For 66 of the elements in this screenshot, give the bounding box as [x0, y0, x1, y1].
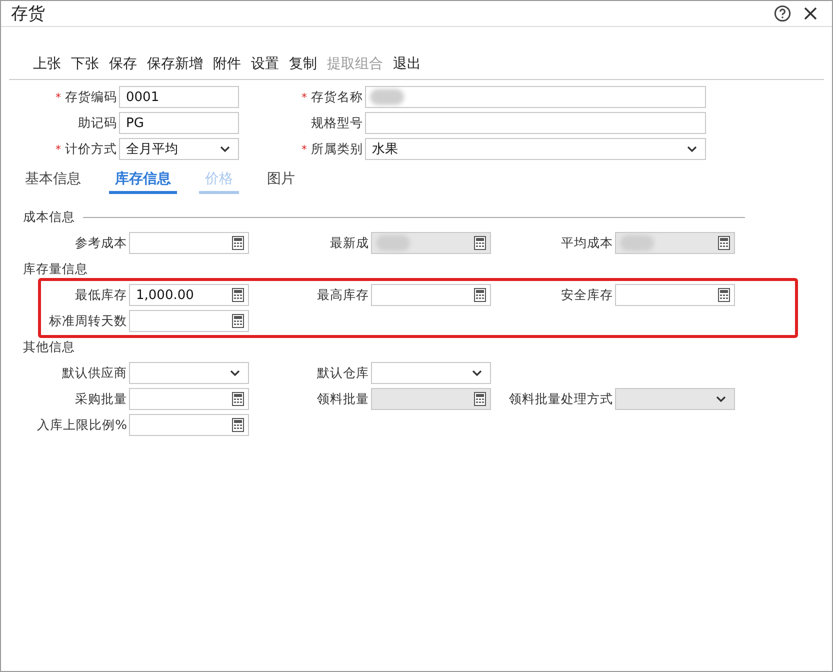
field-label: 平均成本	[561, 234, 613, 252]
chevron-down-icon[interactable]	[472, 370, 482, 377]
field-label: 默认仓库	[317, 364, 369, 382]
toolbar-button[interactable]: 保存	[105, 55, 141, 73]
select-field[interactable]	[129, 362, 249, 384]
field-label: 领料批量	[317, 390, 369, 408]
select-field[interactable]: 水果	[365, 138, 706, 160]
chevron-down-icon[interactable]	[230, 370, 240, 377]
chevron-down-icon[interactable]	[220, 146, 230, 153]
toolbar-button[interactable]: 上张	[29, 55, 65, 73]
section-title: 库存量信息	[23, 260, 88, 278]
required-mark: *	[302, 90, 307, 104]
tab[interactable]: 库存信息	[109, 170, 177, 194]
field-label: 最高库存	[317, 286, 369, 304]
input-field[interactable]	[365, 86, 706, 108]
number-field[interactable]	[615, 284, 735, 306]
number-field[interactable]	[129, 232, 249, 254]
toolbar-button[interactable]: 下张	[67, 55, 103, 73]
select-field[interactable]: 全月平均	[119, 138, 239, 160]
window-title: 存货	[11, 3, 46, 25]
field-label: 采购批量	[75, 390, 127, 408]
field-label: 计价方式	[65, 140, 117, 158]
toolbar-button[interactable]: 退出	[389, 55, 425, 73]
field-label: 最低库存	[75, 286, 127, 304]
toolbar-button[interactable]: 附件	[209, 55, 245, 73]
input-field[interactable]: PG	[119, 112, 239, 134]
number-field[interactable]	[129, 414, 249, 436]
field-label: 助记码	[78, 114, 117, 132]
select-field[interactable]	[371, 362, 491, 384]
number-field[interactable]: 1,000.00	[129, 284, 249, 306]
chevron-down-icon[interactable]	[687, 146, 697, 153]
calculator-icon[interactable]	[232, 392, 244, 406]
field-label: 最新成	[330, 234, 369, 252]
section-title: 成本信息	[23, 208, 75, 226]
required-mark: *	[56, 90, 61, 104]
input-field[interactable]	[365, 112, 706, 134]
calculator-icon[interactable]	[232, 418, 244, 432]
help-icon[interactable]	[774, 5, 791, 22]
field-label: 存货名称	[311, 88, 363, 106]
field-label: 存货编码	[65, 88, 117, 106]
field-label: 默认供应商	[62, 364, 127, 382]
required-mark: *	[56, 142, 61, 156]
required-mark: *	[302, 142, 307, 156]
calculator-icon[interactable]	[474, 288, 486, 302]
field-label: 入库上限比例%	[37, 416, 127, 434]
calculator-icon[interactable]	[718, 288, 730, 302]
tab[interactable]: 图片	[261, 170, 301, 194]
field-label: 安全库存	[561, 286, 613, 304]
toolbar-button[interactable]: 设置	[247, 55, 283, 73]
field-label: 规格型号	[311, 114, 363, 132]
toolbar-button[interactable]: 保存新增	[143, 55, 207, 73]
field-label: 领料批量处理方式	[509, 390, 613, 408]
field-label: 标准周转天数	[49, 312, 127, 330]
number-field[interactable]	[129, 388, 249, 410]
number-field[interactable]	[129, 310, 249, 332]
calculator-icon[interactable]	[232, 288, 244, 302]
number-field[interactable]	[371, 284, 491, 306]
field-label: 所属类别	[311, 140, 363, 158]
input-field[interactable]: 0001	[119, 86, 239, 108]
tab[interactable]: 基本信息	[19, 170, 87, 194]
calculator-icon[interactable]	[232, 236, 244, 250]
close-icon[interactable]	[803, 6, 818, 21]
section-title: 其他信息	[23, 338, 75, 356]
calculator-icon[interactable]	[232, 314, 244, 328]
toolbar-button[interactable]: 复制	[285, 55, 321, 73]
field-label: 参考成本	[75, 234, 127, 252]
